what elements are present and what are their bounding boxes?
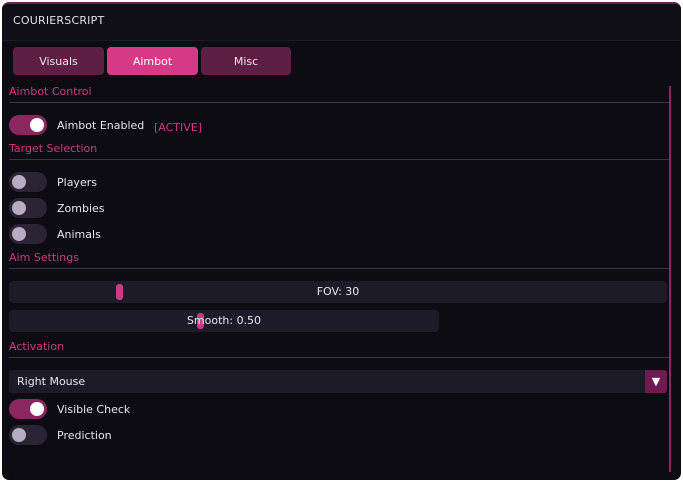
section-aim-settings: Aim Settings <box>9 251 79 264</box>
zombies-label: Zombies <box>57 202 105 215</box>
visible-check-label: Visible Check <box>57 403 131 416</box>
menu-window: COURIERSCRIPT Visuals Aimbot Misc Aimbot… <box>2 2 681 480</box>
divider <box>9 102 669 103</box>
aimbot-status-badge: [ACTIVE] <box>154 121 203 134</box>
tab-misc[interactable]: Misc <box>201 47 291 75</box>
players-label: Players <box>57 176 97 189</box>
smooth-slider[interactable]: Smooth: 0.50 <box>9 310 439 332</box>
section-target-selection: Target Selection <box>9 142 98 155</box>
aimbot-enabled-label: Aimbot Enabled <box>57 119 145 132</box>
toggle-knob <box>12 227 26 241</box>
tab-aimbot[interactable]: Aimbot <box>107 47 198 75</box>
toggle-knob <box>12 428 26 442</box>
toggle-knob <box>30 118 44 132</box>
fov-slider-text: FOV: 30 <box>316 285 360 298</box>
toggle-knob <box>30 402 44 416</box>
activation-key-value: Right Mouse <box>17 375 86 388</box>
animals-label: Animals <box>57 228 101 241</box>
scrollbar[interactable] <box>669 86 671 472</box>
fov-slider[interactable]: FOV: 30 <box>9 281 667 303</box>
smooth-slider-text: Smooth: 0.50 <box>186 314 262 327</box>
toggle-knob <box>12 175 26 189</box>
visible-check-toggle[interactable] <box>9 399 47 419</box>
aimbot-enabled-toggle[interactable] <box>9 115 47 135</box>
prediction-toggle[interactable] <box>9 425 47 445</box>
toggle-knob <box>12 201 26 215</box>
divider <box>9 268 669 269</box>
tab-visuals[interactable]: Visuals <box>13 47 104 75</box>
zombies-toggle[interactable] <box>9 198 47 218</box>
window-title: COURIERSCRIPT <box>13 14 105 27</box>
section-activation: Activation <box>9 340 65 353</box>
section-aimbot-control: Aimbot Control <box>9 85 92 98</box>
prediction-label: Prediction <box>57 429 112 442</box>
divider <box>9 159 669 160</box>
animals-toggle[interactable] <box>9 224 47 244</box>
players-toggle[interactable] <box>9 172 47 192</box>
title-bar[interactable]: COURIERSCRIPT <box>2 4 681 41</box>
chevron-down-icon[interactable]: ▼ <box>645 370 667 393</box>
activation-key-dropdown[interactable]: Right Mouse ▼ <box>9 370 667 393</box>
divider <box>9 357 669 358</box>
